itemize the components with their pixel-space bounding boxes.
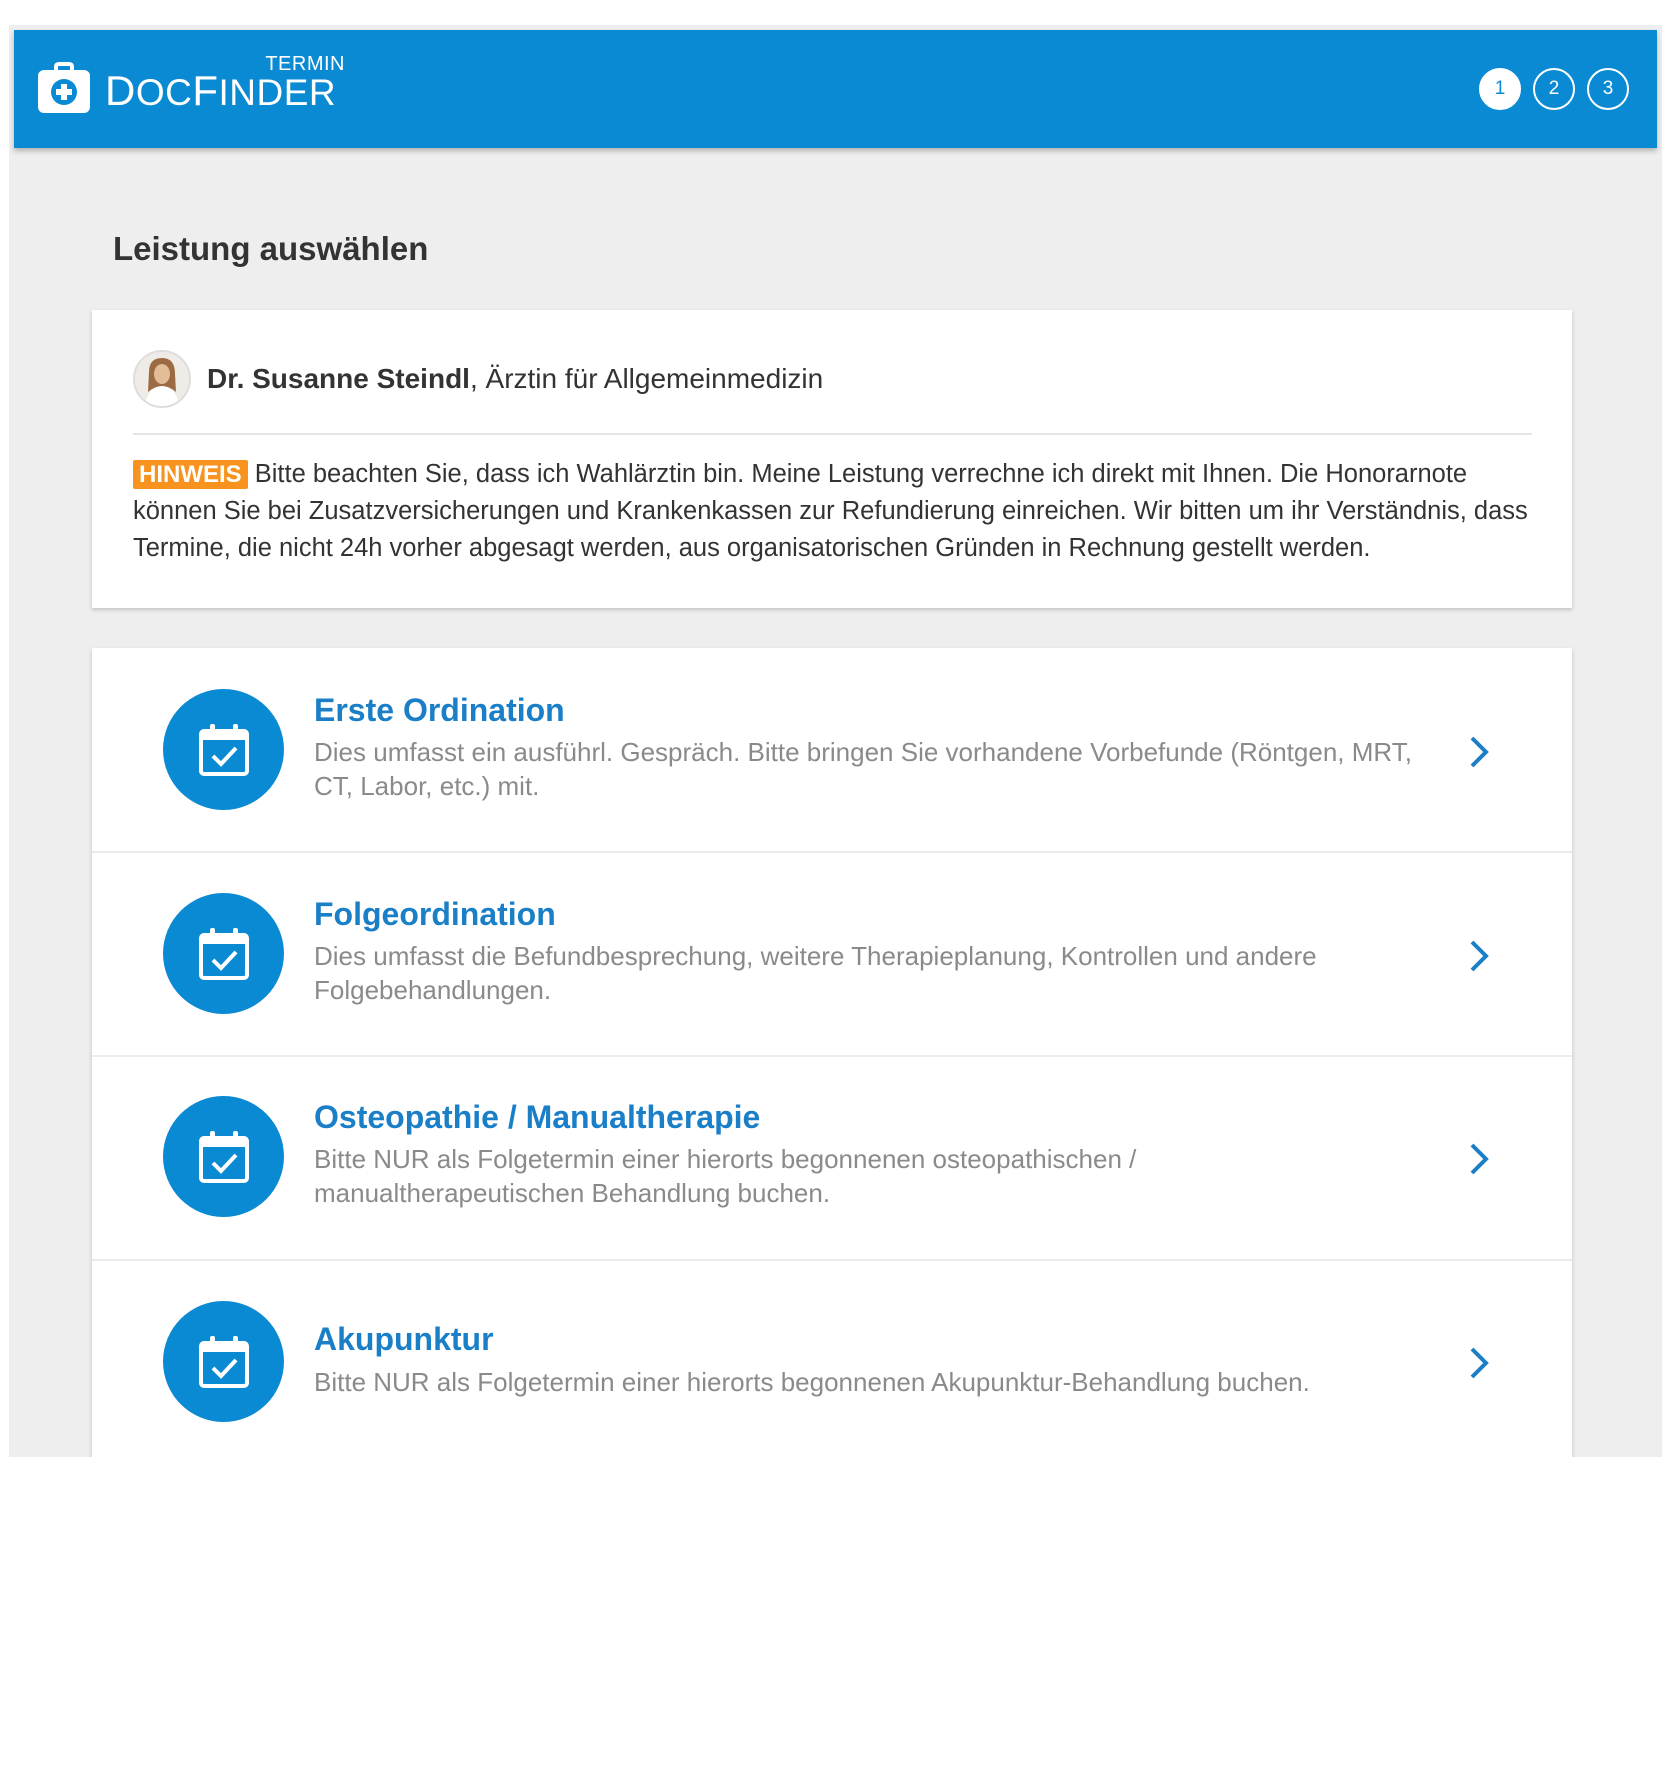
service-description: Dies umfasst ein ausführl. Gespräch. Bit… xyxy=(314,737,1412,801)
service-description: Bitte NUR als Folgetermin einer hierorts… xyxy=(314,1144,1137,1208)
service-description: Bitte NUR als Folgetermin einer hierorts… xyxy=(314,1367,1310,1397)
chevron-right-icon xyxy=(1470,1347,1489,1379)
service-item-akupunktur[interactable]: Akupunktur Bitte NUR als Folgetermin ein… xyxy=(92,1261,1572,1457)
doctor-specialty: , Ärztin für Allgemeinmedizin xyxy=(469,363,824,394)
doctor-name: Dr. Susanne Steindl xyxy=(207,363,470,394)
step-2[interactable]: 2 xyxy=(1533,68,1575,110)
calendar-check-icon xyxy=(163,689,284,810)
service-item-osteopathie[interactable]: Osteopathie / Manualtherapie Bitte NUR a… xyxy=(92,1057,1572,1261)
service-description: Dies umfasst die Befundbesprechung, weit… xyxy=(314,941,1317,1005)
chevron-right-icon xyxy=(1470,1143,1489,1175)
doctor-card: Dr. Susanne Steindl, Ärztin für Allgemei… xyxy=(92,310,1572,608)
service-title: Akupunktur xyxy=(314,1321,494,1357)
docfinder-logo[interactable]: TERMIN DOCFINDER xyxy=(36,53,345,115)
doctor-name-line: Dr. Susanne Steindl, Ärztin für Allgemei… xyxy=(207,363,823,395)
chevron-right-icon xyxy=(1470,736,1489,768)
step-1[interactable]: 1 xyxy=(1479,68,1521,110)
step-indicator: 1 2 3 xyxy=(1479,68,1629,110)
service-item-erste-ordination[interactable]: Erste Ordination Dies umfasst ein ausfüh… xyxy=(92,648,1572,852)
page-title: Leistung auswählen xyxy=(113,230,429,267)
chevron-right-icon xyxy=(1470,940,1489,972)
calendar-check-icon xyxy=(163,1096,284,1217)
app-frame: TERMIN DOCFINDER 1 2 3 Leistung auswähle… xyxy=(9,25,1662,1457)
notice-text: HINWEIS Bitte beachten Sie, dass ich Wah… xyxy=(133,456,1532,567)
service-title: Erste Ordination xyxy=(314,692,565,728)
logo-brand-name: DOCFINDER xyxy=(105,67,337,114)
doctor-avatar xyxy=(133,350,191,408)
header-bar: TERMIN DOCFINDER 1 2 3 xyxy=(14,30,1657,148)
notice-body: Bitte beachten Sie, dass ich Wahlärztin … xyxy=(133,460,1528,562)
calendar-check-icon xyxy=(163,1301,284,1422)
divider xyxy=(133,433,1532,435)
service-item-folgeordination[interactable]: Folgeordination Dies umfasst die Befundb… xyxy=(92,853,1572,1057)
notice-badge: HINWEIS xyxy=(133,460,248,489)
calendar-check-icon xyxy=(163,893,284,1014)
service-title: Folgeordination xyxy=(314,896,556,932)
medical-kit-icon xyxy=(36,59,92,115)
service-title: Osteopathie / Manualtherapie xyxy=(314,1099,761,1135)
service-list: Erste Ordination Dies umfasst ein ausfüh… xyxy=(92,648,1572,1457)
step-3[interactable]: 3 xyxy=(1587,68,1629,110)
